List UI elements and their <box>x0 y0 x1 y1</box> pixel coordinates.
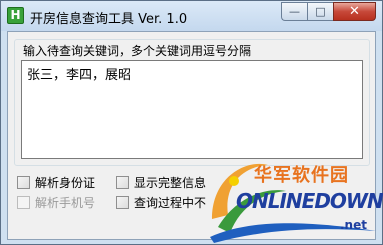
minimize-icon: — <box>289 5 300 18</box>
app-window: H 开房信息查询工具 Ver. 1.0 — □ ✕ 输入待查询关键词，多个关键词… <box>0 0 383 245</box>
checkbox-label: 显示完整信息 <box>134 176 207 190</box>
checkbox-box[interactable] <box>116 176 129 189</box>
window-controls: — □ ✕ <box>281 2 376 21</box>
checkbox-label: 查询过程中不 <box>134 196 207 210</box>
watermark-chinese-text: 华军软件园 <box>254 165 349 186</box>
minimize-button[interactable]: — <box>281 2 307 21</box>
query-process-checkbox[interactable]: 查询过程中不 <box>116 194 206 211</box>
watermark-english-text: ONLINEDOWN <box>236 189 383 213</box>
maximize-icon: □ <box>315 5 326 18</box>
app-icon: H <box>7 7 24 24</box>
checkbox-box <box>17 196 30 209</box>
window-title: 开房信息查询工具 Ver. 1.0 <box>30 12 188 27</box>
watermark-domain-suffix: .net <box>340 218 367 232</box>
keywords-group-label: 输入待查询关键词，多个关键词用逗号分隔 <box>22 42 253 59</box>
checkbox-box[interactable] <box>116 196 129 209</box>
close-icon: ✕ <box>349 4 360 19</box>
parse-id-checkbox[interactable]: 解析身份证 <box>17 174 95 191</box>
close-button[interactable]: ✕ <box>333 2 376 21</box>
keywords-input[interactable]: 张三，李四，展昭 <box>21 60 363 159</box>
parse-phone-checkbox: 解析手机号 <box>17 194 95 211</box>
title-bar[interactable]: H 开房信息查询工具 Ver. 1.0 — □ ✕ <box>1 1 382 31</box>
watermark-logo: 华军软件园 ONLINEDOWN .net <box>206 157 383 245</box>
checkbox-label: 解析手机号 <box>35 196 96 210</box>
checkbox-box[interactable] <box>17 176 30 189</box>
maximize-button[interactable]: □ <box>307 2 333 21</box>
show-full-info-checkbox[interactable]: 显示完整信息 <box>116 174 206 191</box>
checkbox-label: 解析身份证 <box>35 176 96 190</box>
keywords-groupbox: 输入待查询关键词，多个关键词用逗号分隔 张三，李四，展昭 <box>14 39 370 166</box>
